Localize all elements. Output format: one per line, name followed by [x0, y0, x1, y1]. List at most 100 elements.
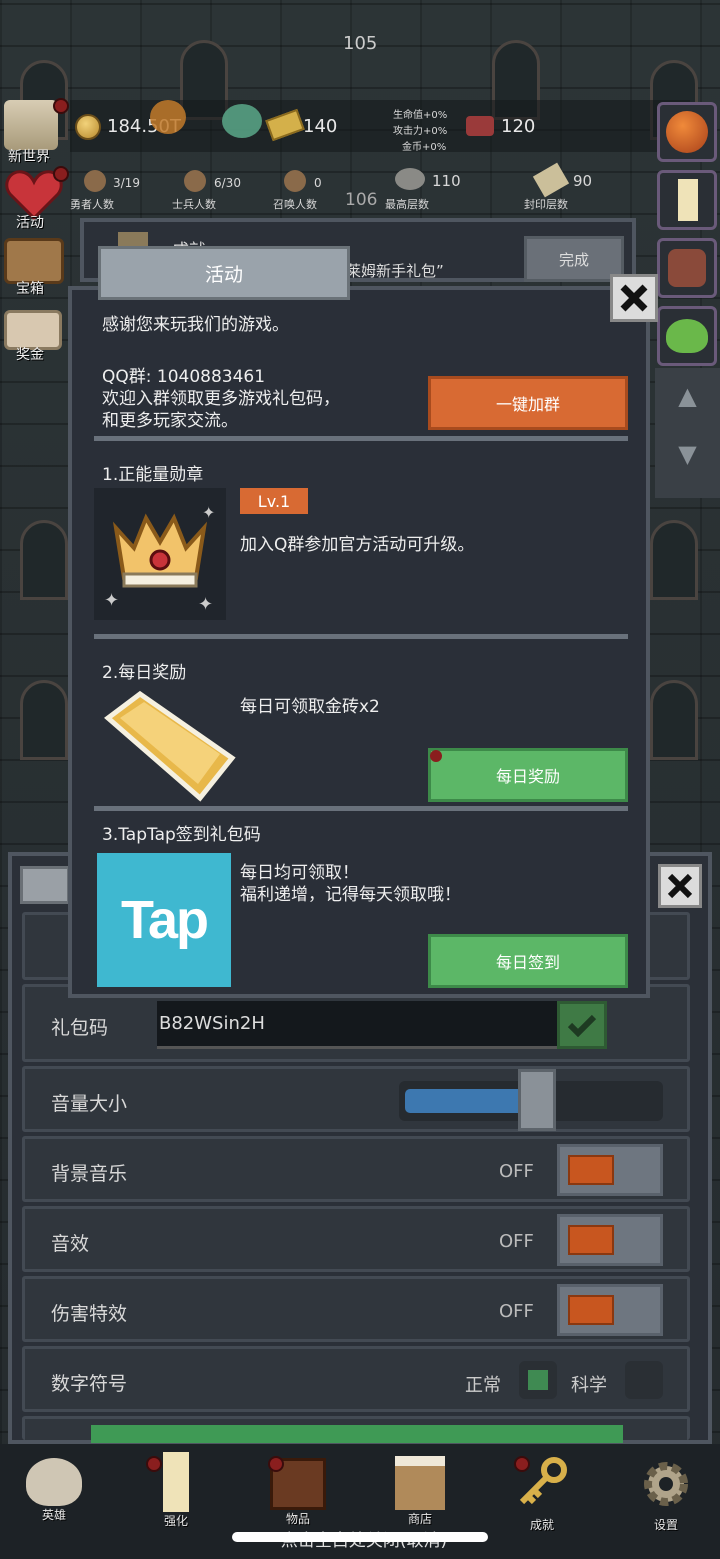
qq-desc-line2: 和更多玩家交流。 — [102, 411, 238, 431]
notification-dot — [430, 750, 442, 762]
dungeon-window — [20, 520, 68, 600]
section-divider — [94, 436, 628, 441]
notification-dot — [146, 1456, 162, 1472]
bonus-hp: 生命值+0% — [393, 110, 448, 121]
hero-count: 3/19 — [113, 176, 140, 190]
settings-row-damage-fx: 伤害特效 OFF — [22, 1276, 690, 1342]
fruit-icon — [666, 111, 708, 153]
dungeon-window — [650, 520, 698, 600]
settings-row-sfx: 音效 OFF — [22, 1206, 690, 1272]
section2-desc: 每日可领取金砖x2 — [240, 697, 380, 717]
damage-fx-state: OFF — [499, 1301, 534, 1322]
settings-green-button[interactable] — [91, 1425, 623, 1443]
beer-mug-icon — [395, 1456, 445, 1510]
daily-signin-button[interactable]: 每日签到 — [428, 934, 628, 988]
svg-text:✦: ✦ — [198, 594, 213, 615]
highest-floor-label: 最高层数 — [385, 198, 429, 211]
damage-fx-label: 伤害特效 — [51, 1303, 128, 1325]
settings-row-volume: 音量大小 — [22, 1066, 690, 1132]
nav-item-settings[interactable]: 设置 — [634, 1456, 698, 1533]
taptap-logo-text: Tap — [121, 890, 209, 950]
gold-brick-image — [100, 688, 236, 810]
highest-floor: 110 — [432, 172, 461, 190]
sfx-toggle[interactable] — [557, 1214, 663, 1266]
hero-avatar-icon — [84, 170, 106, 192]
sealed-floor-label: 封印层数 — [524, 198, 568, 211]
damage-fx-toggle[interactable] — [557, 1284, 663, 1336]
sidebar-item-chest[interactable]: 宝箱 — [4, 238, 64, 297]
settings-row-bgm: 背景音乐 OFF — [22, 1136, 690, 1202]
close-icon — [620, 284, 648, 312]
achievement-complete-button[interactable]: 完成 — [524, 236, 624, 282]
nav-label: 商店 — [407, 1512, 432, 1526]
crown-medal-icon: ✦ ✦ ✦ — [104, 503, 215, 615]
section-divider — [94, 634, 628, 639]
scroll-map-icon — [4, 100, 58, 150]
gift-code-input[interactable]: B82WSin2H — [157, 1001, 559, 1049]
nav-item-heroes[interactable]: 英雄 — [22, 1458, 86, 1523]
home-indicator[interactable] — [232, 1532, 488, 1542]
check-icon — [567, 1014, 597, 1037]
gold-bar-amount: 140 — [303, 116, 338, 137]
soldier-count: 6/30 — [214, 176, 241, 190]
bgm-label: 背景音乐 — [51, 1163, 128, 1185]
section3-desc-line2: 福利递增，记得每天领取哦！ — [240, 885, 461, 905]
sfx-state: OFF — [499, 1231, 534, 1252]
volume-label: 音量大小 — [51, 1093, 128, 1115]
sidebar-item-label: 新世界 — [8, 149, 50, 165]
right-button-candle[interactable] — [657, 170, 717, 230]
sealed-floor: 90 — [573, 172, 593, 190]
event-dialog-close-button[interactable] — [610, 274, 658, 322]
number-normal-label: 正常 — [465, 1375, 501, 1396]
sidebar-item-label: 活动 — [16, 215, 44, 231]
nav-label: 物品 — [285, 1512, 310, 1526]
dungeon-window — [650, 680, 698, 760]
thanks-text: 感谢您来玩我们的游戏。 — [102, 315, 289, 335]
event-dialog-title-text: 活动 — [204, 263, 243, 286]
close-icon — [667, 873, 693, 899]
toggle-knob — [568, 1225, 614, 1255]
section3-title: 3.TapTap签到礼包码 — [102, 825, 261, 845]
nav-label: 英雄 — [41, 1508, 66, 1522]
gift-code-submit-button[interactable] — [557, 1001, 607, 1049]
candle-icon — [163, 1452, 189, 1512]
daily-reward-button[interactable]: 每日奖励 — [428, 748, 628, 802]
bonus-atk: 攻击力+0% — [393, 126, 448, 137]
chevron-up-icon[interactable]: ▲ — [655, 382, 720, 410]
summon-count-label: 召唤人数 — [273, 198, 317, 211]
sidebar-item-bonus[interactable]: 奖金 — [4, 310, 62, 363]
slime-icon — [666, 319, 708, 353]
nav-item-shop[interactable]: 商店 — [388, 1456, 452, 1527]
chevron-down-icon[interactable]: ▼ — [655, 440, 720, 468]
number-normal-radio[interactable] — [519, 1361, 557, 1399]
notification-dot — [514, 1456, 530, 1472]
settings-close-button[interactable] — [658, 864, 702, 908]
settings-row-partial — [22, 1416, 690, 1443]
hero-count-label: 勇者人数 — [70, 198, 114, 211]
join-group-button[interactable]: 一键加群 — [428, 376, 628, 430]
sfx-label: 音效 — [51, 1233, 90, 1255]
bgm-toggle[interactable] — [557, 1144, 663, 1196]
floor-next: 106 — [345, 190, 378, 210]
volume-slider[interactable] — [399, 1069, 663, 1131]
gift-code-label: 礼包码 — [51, 1017, 109, 1039]
right-button-slime[interactable] — [657, 306, 717, 366]
volume-slider-handle[interactable] — [518, 1069, 556, 1131]
slime-orange-icon — [150, 100, 186, 134]
section2-title: 2.每日奖励 — [102, 663, 187, 683]
right-button-potion[interactable] — [657, 238, 717, 298]
number-science-label: 科学 — [571, 1375, 607, 1396]
scroll-arrows: ▲ ▼ — [655, 368, 720, 498]
number-format-label: 数字符号 — [51, 1373, 128, 1395]
stone-icon — [395, 168, 425, 190]
slime-green-icon — [222, 104, 262, 138]
section1-title: 1.正能量勋章 — [102, 465, 204, 485]
medal-image: ✦ ✦ ✦ — [94, 488, 226, 620]
number-science-radio[interactable] — [625, 1361, 663, 1399]
settings-row-number-format: 数字符号 正常 科学 — [22, 1346, 690, 1412]
section1-desc: 加入Q群参加官方活动可升级。 — [240, 535, 475, 555]
radio-selected — [528, 1370, 548, 1390]
taptap-logo: Tap — [97, 853, 231, 987]
sidebar-item-new-world[interactable]: 新世界 — [4, 100, 58, 165]
right-button-fruit[interactable] — [657, 102, 717, 162]
